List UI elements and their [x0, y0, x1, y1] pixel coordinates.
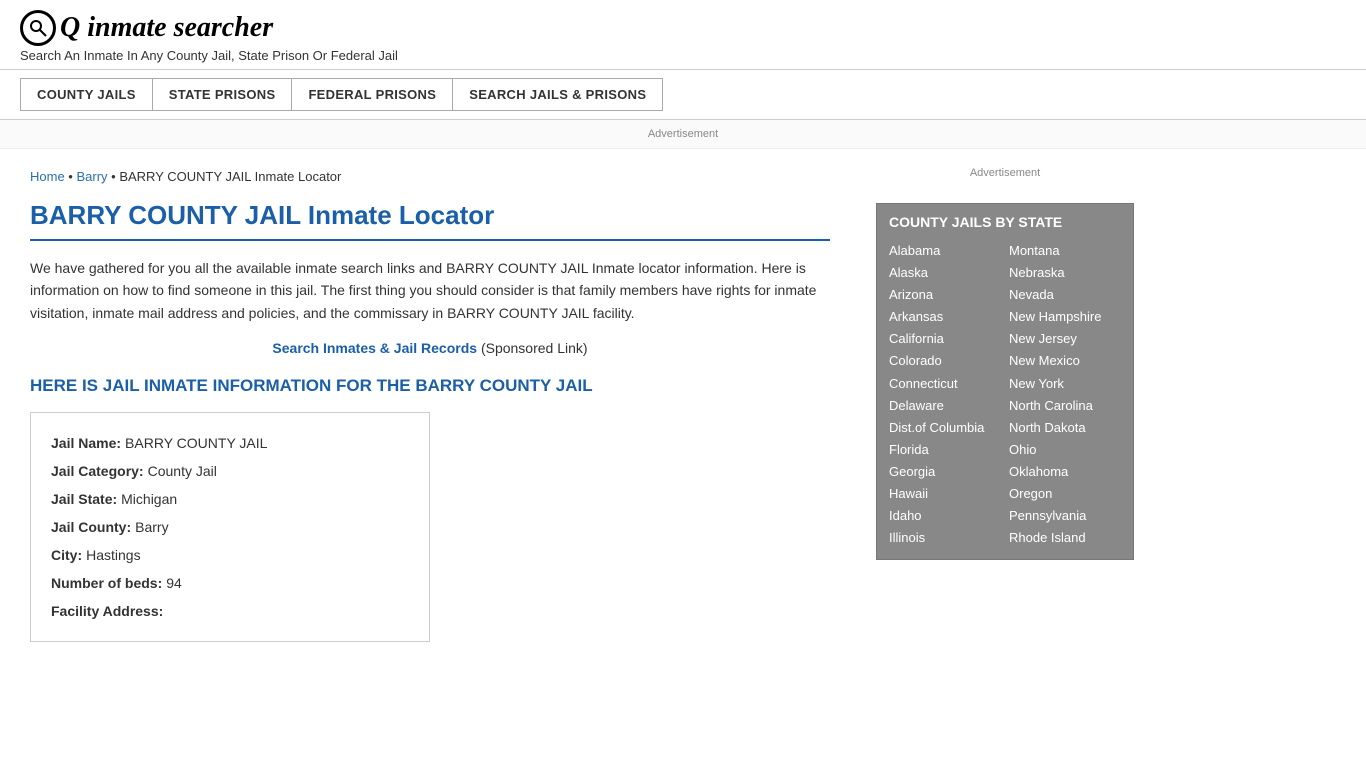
- logo-area: Q inmate searcher: [20, 10, 1346, 46]
- nav-federal-prisons[interactable]: FEDERAL PRISONS: [291, 78, 452, 111]
- state-link[interactable]: Nebraska: [1009, 262, 1121, 284]
- logo-title-text: inmate searcher: [87, 12, 273, 43]
- jail-category-label: Jail Category:: [51, 457, 144, 485]
- jail-city-field: City: Hastings: [51, 541, 409, 569]
- jail-state-value: Michigan: [121, 485, 177, 513]
- logo-text: Q inmate searcher: [60, 12, 273, 44]
- county-jails-title: COUNTY JAILS BY STATE: [889, 214, 1121, 230]
- county-jails-box: COUNTY JAILS BY STATE AlabamaAlaskaArizo…: [876, 203, 1134, 560]
- jail-county-field: Jail County: Barry: [51, 513, 409, 541]
- state-link[interactable]: Connecticut: [889, 373, 1001, 395]
- state-link[interactable]: North Dakota: [1009, 417, 1121, 439]
- content-area: Home • Barry • BARRY COUNTY JAIL Inmate …: [0, 149, 860, 662]
- state-link[interactable]: Pennsylvania: [1009, 505, 1121, 527]
- jail-name-value: BARRY COUNTY JAIL: [125, 429, 267, 457]
- main-layout: Home • Barry • BARRY COUNTY JAIL Inmate …: [0, 149, 1366, 662]
- state-link[interactable]: Colorado: [889, 350, 1001, 372]
- state-link[interactable]: Ohio: [1009, 439, 1121, 461]
- state-link[interactable]: California: [889, 328, 1001, 350]
- state-link[interactable]: Montana: [1009, 240, 1121, 262]
- state-link[interactable]: Rhode Island: [1009, 527, 1121, 549]
- logo-icon: [20, 10, 56, 46]
- ad-bar: Advertisement: [0, 120, 1366, 149]
- state-link[interactable]: Dist.of Columbia: [889, 417, 1001, 439]
- state-link[interactable]: Alaska: [889, 262, 1001, 284]
- nav-bar: COUNTY JAILS STATE PRISONS FEDERAL PRISO…: [0, 70, 1366, 120]
- state-link[interactable]: Nevada: [1009, 284, 1121, 306]
- page-title: BARRY COUNTY JAIL Inmate Locator: [30, 200, 830, 241]
- ad-label: Advertisement: [648, 128, 718, 140]
- tagline: Search An Inmate In Any County Jail, Sta…: [20, 48, 1346, 63]
- state-link[interactable]: Arkansas: [889, 306, 1001, 328]
- jail-county-label: Jail County:: [51, 513, 131, 541]
- jail-beds-value: 94: [166, 569, 182, 597]
- header: Q inmate searcher Search An Inmate In An…: [0, 0, 1366, 70]
- jail-city-label: City:: [51, 541, 82, 569]
- breadcrumb-barry[interactable]: Barry: [76, 169, 107, 184]
- sidebar: Advertisement COUNTY JAILS BY STATE Alab…: [860, 149, 1150, 662]
- state-link[interactable]: Alabama: [889, 240, 1001, 262]
- state-link[interactable]: Oklahoma: [1009, 461, 1121, 483]
- state-link[interactable]: Georgia: [889, 461, 1001, 483]
- state-link[interactable]: North Carolina: [1009, 395, 1121, 417]
- breadcrumb-home[interactable]: Home: [30, 169, 65, 184]
- jail-state-label: Jail State:: [51, 485, 117, 513]
- jail-category-value: County Jail: [148, 457, 217, 485]
- state-link[interactable]: Arizona: [889, 284, 1001, 306]
- breadcrumb-current: BARRY COUNTY JAIL Inmate Locator: [119, 169, 341, 184]
- jail-beds-label: Number of beds:: [51, 569, 162, 597]
- info-box: Jail Name: BARRY COUNTY JAIL Jail Catego…: [30, 412, 430, 642]
- state-link[interactable]: Florida: [889, 439, 1001, 461]
- sidebar-ad-label: Advertisement: [970, 167, 1040, 179]
- states-col2: MontanaNebraskaNevadaNew HampshireNew Je…: [1009, 240, 1121, 549]
- states-col1: AlabamaAlaskaArizonaArkansasCaliforniaCo…: [889, 240, 1001, 549]
- nav-state-prisons[interactable]: STATE PRISONS: [152, 78, 292, 111]
- state-link[interactable]: Delaware: [889, 395, 1001, 417]
- jail-name-field: Jail Name: BARRY COUNTY JAIL: [51, 429, 409, 457]
- jail-city-value: Hastings: [86, 541, 140, 569]
- jail-county-value: Barry: [135, 513, 168, 541]
- sponsored-link-area: Search Inmates & Jail Records (Sponsored…: [30, 340, 830, 356]
- state-link[interactable]: Hawaii: [889, 483, 1001, 505]
- jail-name-label: Jail Name:: [51, 429, 121, 457]
- states-grid: AlabamaAlaskaArizonaArkansasCaliforniaCo…: [889, 240, 1121, 549]
- state-link[interactable]: New Jersey: [1009, 328, 1121, 350]
- nav-search-jails[interactable]: SEARCH JAILS & PRISONS: [452, 78, 663, 111]
- jail-state-field: Jail State: Michigan: [51, 485, 409, 513]
- state-link[interactable]: New Mexico: [1009, 350, 1121, 372]
- jail-category-field: Jail Category: County Jail: [51, 457, 409, 485]
- sidebar-ad: Advertisement: [876, 159, 1134, 187]
- jail-address-label: Facility Address:: [51, 597, 163, 625]
- breadcrumb: Home • Barry • BARRY COUNTY JAIL Inmate …: [30, 169, 830, 184]
- state-link[interactable]: New York: [1009, 373, 1121, 395]
- nav-county-jails[interactable]: COUNTY JAILS: [20, 78, 152, 111]
- section-header: HERE IS JAIL INMATE INFORMATION FOR THE …: [30, 376, 830, 396]
- state-link[interactable]: New Hampshire: [1009, 306, 1121, 328]
- jail-beds-field: Number of beds: 94: [51, 569, 409, 597]
- sponsored-label: (Sponsored Link): [481, 340, 588, 356]
- jail-address-field: Facility Address:: [51, 597, 409, 625]
- state-link[interactable]: Idaho: [889, 505, 1001, 527]
- state-link[interactable]: Illinois: [889, 527, 1001, 549]
- intro-text: We have gathered for you all the availab…: [30, 257, 830, 324]
- state-link[interactable]: Oregon: [1009, 483, 1121, 505]
- sponsored-link[interactable]: Search Inmates & Jail Records: [272, 340, 477, 356]
